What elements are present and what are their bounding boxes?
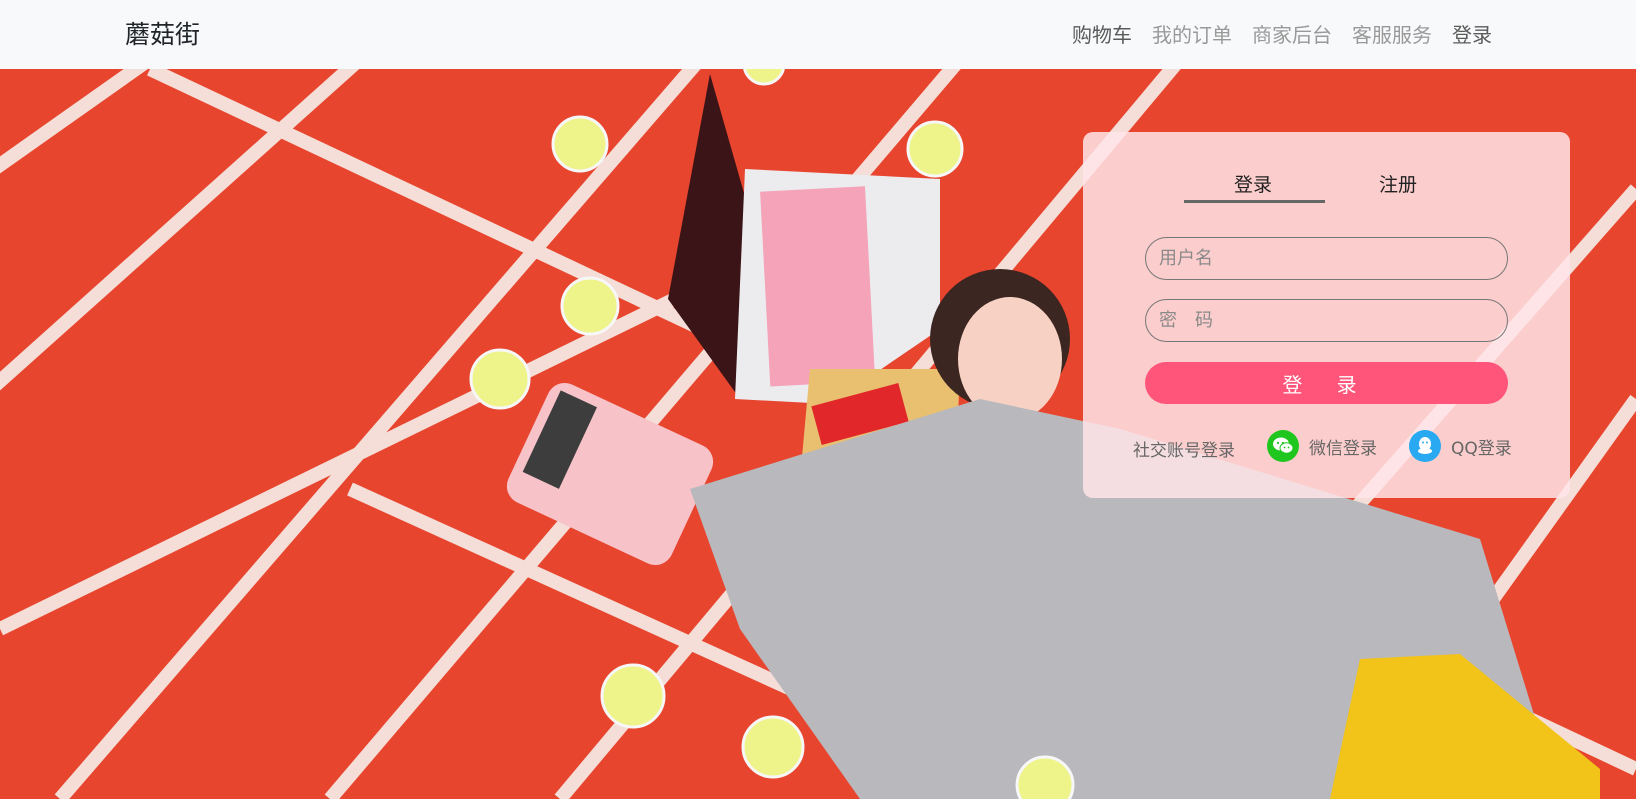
login-card: 登录 注册 登 录 社交账号登录 微信登录 [1083, 132, 1570, 498]
wechat-login-label: 微信登录 [1309, 438, 1377, 459]
brand-logo[interactable]: 蘑菇街 [125, 18, 200, 52]
qq-login-label: QQ登录 [1451, 438, 1512, 459]
social-login-row: 社交账号登录 微信登录 QQ登录 [1133, 430, 1533, 464]
login-submit-button[interactable]: 登 录 [1145, 362, 1508, 404]
nav-cart[interactable]: 购物车 [1062, 18, 1142, 52]
password-input[interactable] [1145, 299, 1508, 342]
active-tab-underline [1184, 200, 1325, 203]
nav-customer-service[interactable]: 客服服务 [1342, 18, 1442, 52]
nav-login[interactable]: 登录 [1442, 18, 1502, 52]
nav-links: 购物车 我的订单 商家后台 客服服务 登录 [1062, 18, 1502, 52]
top-navbar: 蘑菇街 购物车 我的订单 商家后台 客服服务 登录 [0, 0, 1636, 69]
nav-merchant-backend[interactable]: 商家后台 [1242, 18, 1342, 52]
username-input[interactable] [1145, 237, 1508, 280]
wechat-login-button[interactable]: 微信登录 [1267, 430, 1377, 462]
tab-register[interactable]: 注册 [1328, 170, 1468, 200]
wechat-icon[interactable] [1267, 430, 1299, 462]
tab-login[interactable]: 登录 [1183, 170, 1323, 200]
qq-icon[interactable] [1409, 430, 1441, 462]
qq-login-button[interactable]: QQ登录 [1409, 430, 1512, 462]
nav-my-orders[interactable]: 我的订单 [1142, 18, 1242, 52]
social-login-label: 社交账号登录 [1133, 441, 1235, 461]
